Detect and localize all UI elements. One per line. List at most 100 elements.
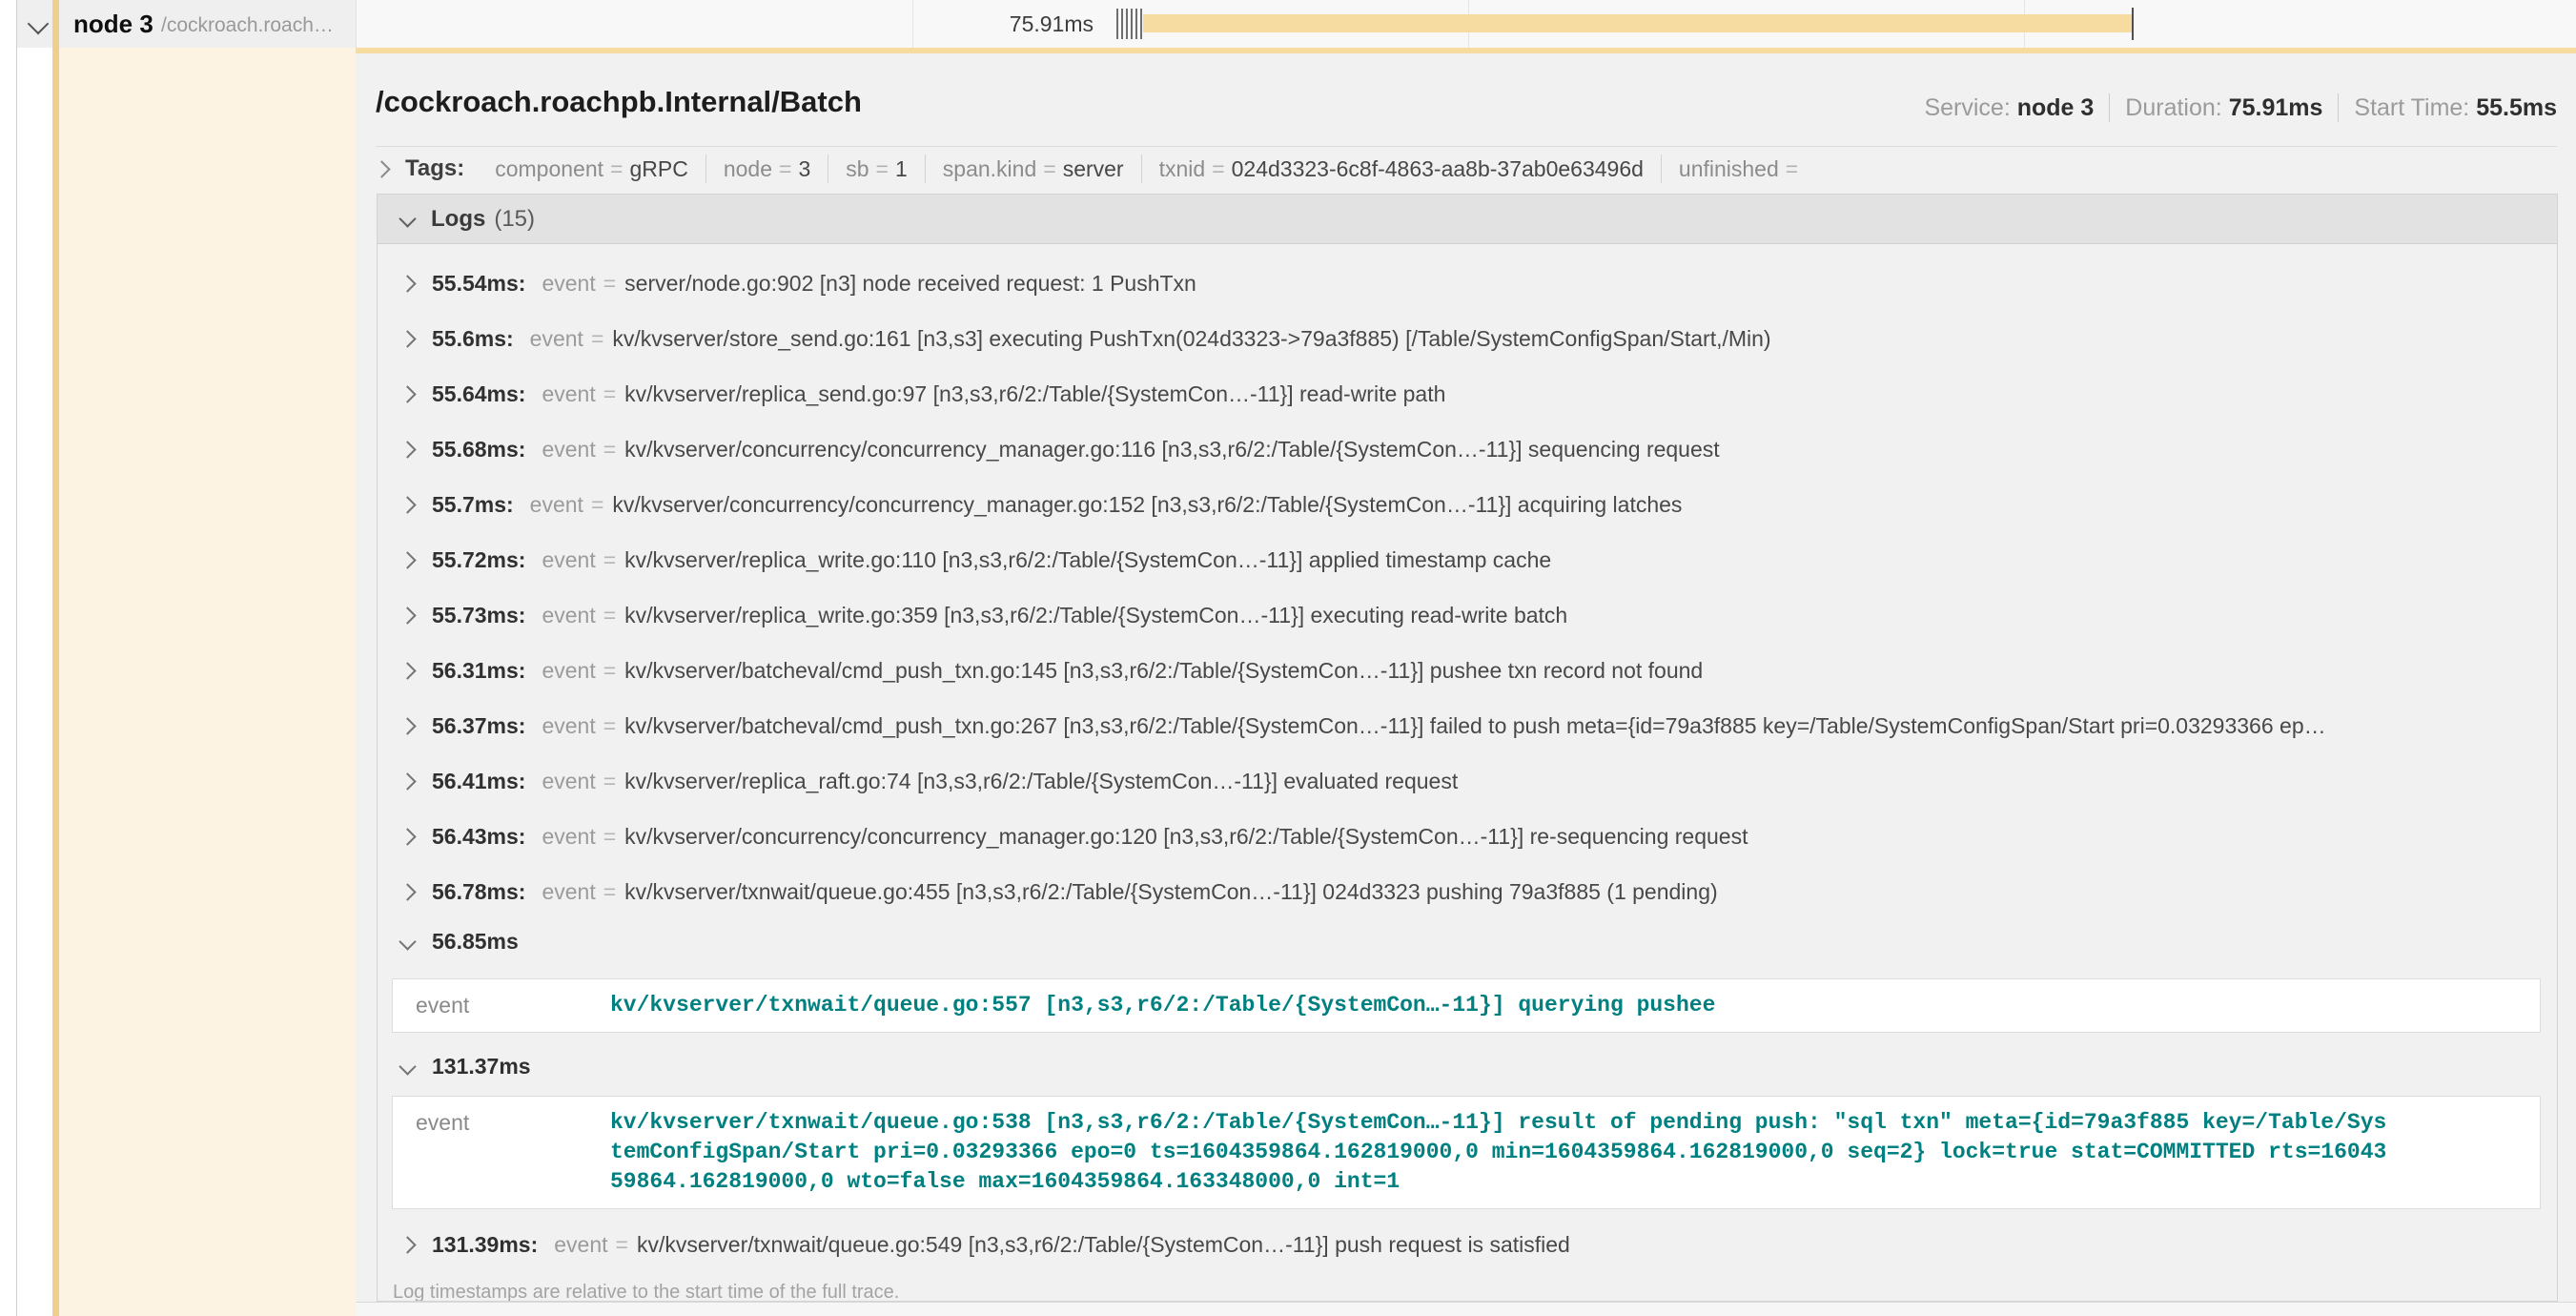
log-entry[interactable]: 55.7ms:event=kv/kvserver/concurrency/con…	[378, 477, 2557, 532]
chevron-right-icon[interactable]	[373, 160, 390, 177]
log-field-value: kv/kvserver/concurrency/concurrency_mana…	[624, 437, 1719, 463]
equals-sign: =	[591, 492, 603, 518]
log-entry[interactable]: 131.39ms:event=kv/kvserver/txnwait/queue…	[378, 1217, 2557, 1272]
tags-list: component=gRPCnode=3sb=1span.kind=server…	[478, 154, 1822, 183]
chevron-down-icon[interactable]	[399, 210, 416, 227]
span-color-accent-bar	[52, 0, 59, 1316]
equals-sign: =	[603, 824, 616, 850]
tags-label: Tags:	[405, 155, 464, 182]
equals-sign: =	[603, 769, 616, 794]
chevron-right-icon[interactable]	[399, 385, 416, 402]
span-meta-value: 75.91ms	[2229, 94, 2323, 121]
equals-sign: =	[603, 271, 616, 297]
chevron-right-icon[interactable]	[399, 496, 416, 513]
log-field-value: kv/kvserver/txnwait/queue.go:455 [n3,s3,…	[624, 879, 1718, 905]
equals-sign: =	[610, 156, 623, 181]
log-field-key: event	[542, 658, 595, 684]
log-timestamp: 56.43ms:	[432, 824, 525, 850]
span-duration-bar[interactable]	[1143, 14, 2133, 32]
detail-bottom-strip	[356, 1302, 2576, 1316]
equals-sign: =	[603, 713, 616, 739]
span-meta-item: Service: node 3	[1909, 93, 2109, 122]
log-field-value: kv/kvserver/txnwait/queue.go:557 [n3,s3,…	[610, 991, 1715, 1020]
tag: txnid=024d3323-6c8f-4863-aa8b-37ab0e6349…	[1141, 154, 1661, 183]
span-meta: Service: node 3Duration: 75.91msStart Ti…	[1909, 93, 2557, 122]
chevron-down-icon[interactable]	[399, 933, 416, 950]
log-entry[interactable]: 55.72ms:event=kv/kvserver/replica_write.…	[378, 532, 2557, 587]
log-entry-expanded-header[interactable]: 56.85ms	[378, 919, 2557, 963]
log-detail-card: eventkv/kvserver/txnwait/queue.go:538 [n…	[392, 1096, 2541, 1209]
log-entry[interactable]: 56.31ms: event = kv/kvserver/batcheval/cmd_…	[378, 643, 2557, 698]
equals-sign: =	[876, 156, 889, 181]
chevron-right-icon[interactable]	[399, 551, 416, 568]
span-meta-value: node 3	[2017, 94, 2095, 121]
equals-sign: =	[603, 547, 616, 573]
log-field-value: kv/kvserver/batcheval/cmd_push_txn.go:26…	[624, 713, 2325, 739]
chevron-right-icon[interactable]	[399, 828, 416, 845]
equals-sign: =	[603, 658, 616, 684]
trace-span-detail-view: node 3 /cockroach.roach… 75.91ms /cockro…	[0, 0, 2576, 1316]
log-value-line: temConfigSpan/Start pri=0.03293366 epo=0…	[610, 1138, 2386, 1167]
chevron-right-icon[interactable]	[399, 330, 416, 347]
log-field-key: event	[542, 547, 595, 573]
equals-sign: =	[591, 326, 603, 352]
log-timestamp: 56.37ms:	[432, 713, 525, 739]
span-meta-label: Duration:	[2125, 94, 2228, 121]
log-field-value: kv/kvserver/replica_write.go:110 [n3,s3,…	[624, 547, 1551, 573]
log-entry[interactable]: 55.6ms:event=kv/kvserver/store_send.go:1…	[378, 311, 2557, 366]
log-entry[interactable]: 56.41ms:event=kv/kvserver/replica_raft.g…	[378, 753, 2557, 809]
chevron-right-icon[interactable]	[399, 883, 416, 900]
log-entry[interactable]: 56.78ms:event=kv/kvserver/txnwait/queue.…	[378, 864, 2557, 919]
span-detail-title: /cockroach.roachpb.Internal/Batch	[376, 85, 862, 119]
tag-key: txnid	[1159, 156, 1206, 181]
equals-sign: =	[603, 603, 616, 628]
chevron-down-icon[interactable]	[399, 1058, 416, 1075]
log-timestamp: 56.31ms:	[432, 658, 525, 684]
log-entry[interactable]: 56.37ms:event=kv/kvserver/batcheval/cmd_…	[378, 698, 2557, 753]
logs-count: (15)	[494, 206, 535, 233]
span-operation-name: /cockroach.roach…	[161, 2, 334, 50]
log-timestamp: 131.39ms:	[432, 1232, 538, 1258]
chevron-right-icon[interactable]	[399, 717, 416, 734]
log-field-key: event	[542, 824, 595, 850]
log-field-value: kv/kvserver/replica_send.go:97 [n3,s3,r6…	[624, 381, 1445, 407]
chevron-right-icon[interactable]	[399, 607, 416, 624]
chevron-right-icon[interactable]	[399, 441, 416, 458]
log-field-key: event	[393, 1108, 610, 1197]
logs-title: Logs	[431, 206, 485, 233]
log-entry[interactable]: 55.73ms:event=kv/kvserver/replica_write.…	[378, 587, 2557, 643]
log-timestamp: 131.37ms	[432, 1054, 531, 1080]
chevron-right-icon[interactable]	[399, 772, 416, 790]
log-entry[interactable]: 56.43ms:event=kv/kvserver/concurrency/co…	[378, 809, 2557, 864]
left-gutter	[0, 0, 17, 1316]
log-entry[interactable]: 55.68ms:event=kv/kvserver/concurrency/co…	[378, 422, 2557, 477]
log-field-key: event	[542, 879, 595, 905]
log-entry[interactable]: 55.54ms:event=server/node.go:902 [n3] no…	[378, 256, 2557, 311]
tag: node=3	[705, 154, 828, 183]
logs-list: 55.54ms:event=server/node.go:902 [n3] no…	[378, 244, 2557, 1272]
log-field-value: server/node.go:902 [n3] node received re…	[624, 271, 1196, 297]
chevron-right-icon[interactable]	[399, 1236, 416, 1253]
tag-value: 1	[895, 156, 908, 181]
log-timestamp: 55.6ms:	[432, 326, 514, 352]
log-timestamp: 56.41ms:	[432, 769, 525, 794]
equals-sign: =	[616, 1232, 628, 1258]
tag-key: sb	[846, 156, 869, 181]
log-detail-card: eventkv/kvserver/txnwait/queue.go:557 [n…	[392, 978, 2541, 1033]
chevron-right-icon[interactable]	[399, 275, 416, 292]
chevron-right-icon[interactable]	[399, 662, 416, 679]
tags-row[interactable]: Tags: component=gRPCnode=3sb=1span.kind=…	[376, 154, 1822, 184]
equals-sign: =	[779, 156, 791, 181]
equals-sign: =	[1786, 156, 1798, 181]
span-row[interactable]: node 3 /cockroach.roach… 75.91ms	[17, 0, 2576, 48]
log-field-value: kv/kvserver/store_send.go:161 [n3,s3] ex…	[612, 326, 1770, 352]
log-field-value: kv/kvserver/batcheval/cmd_push_txn.go:14…	[624, 658, 1703, 684]
log-detail-row: eventkv/kvserver/txnwait/queue.go:557 [n…	[393, 979, 2540, 1032]
span-timeline[interactable]: 75.91ms	[356, 0, 2576, 48]
chevron-down-icon[interactable]	[28, 13, 50, 35]
logs-header[interactable]: Logs (15)	[378, 195, 2557, 244]
span-name-column[interactable]: node 3 /cockroach.roach…	[17, 0, 356, 48]
log-entry[interactable]: 55.64ms:event=kv/kvserver/replica_send.g…	[378, 366, 2557, 422]
tag-key: unfinished	[1679, 156, 1779, 181]
log-entry-expanded-header[interactable]: 131.37ms	[378, 1044, 2557, 1088]
